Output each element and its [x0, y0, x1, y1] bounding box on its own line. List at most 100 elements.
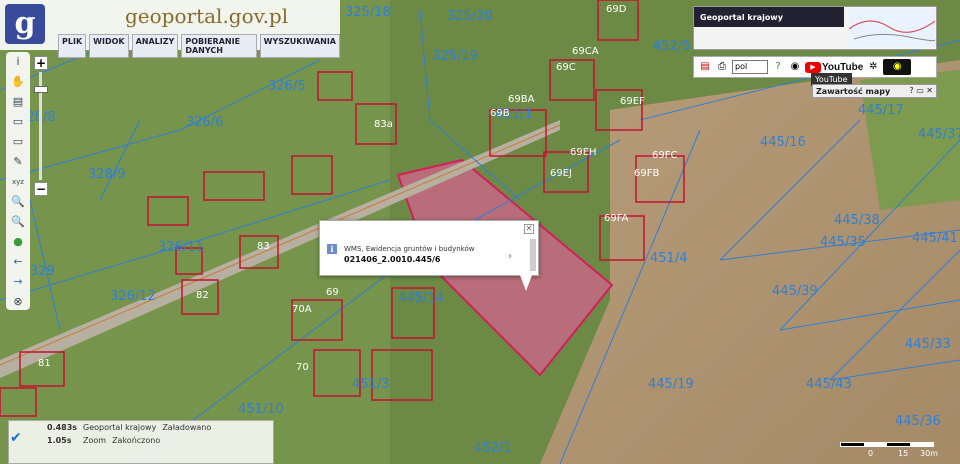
building-label: 83: [257, 241, 270, 252]
building-label: 83a: [374, 119, 393, 130]
geoportal-logo[interactable]: g: [5, 4, 45, 44]
menu-download[interactable]: POBIERANIE DANYCH: [181, 34, 257, 58]
scale-label: 15: [898, 449, 909, 458]
status-time: 0.483s: [47, 423, 78, 432]
zoom-slider[interactable]: + −: [34, 56, 48, 196]
status-state: Zakończono: [112, 436, 161, 445]
building-label: 69B: [490, 108, 510, 119]
parcel-label: 445/19: [648, 377, 694, 392]
parcel-label: 445/14: [398, 291, 444, 306]
draw-pencil-icon[interactable]: ✎: [6, 152, 30, 172]
status-state: Załadowano: [162, 423, 212, 432]
zoom-in-icon[interactable]: 🔍: [6, 192, 30, 212]
status-row: [9, 447, 273, 460]
sound-icon[interactable]: ◉: [788, 60, 802, 74]
status-row: 1.05s Zoom Zakończono: [9, 434, 273, 447]
back-arrow-icon[interactable]: ←: [6, 252, 30, 272]
check-icon: ✔: [10, 430, 22, 446]
menu-file[interactable]: PLIK: [58, 34, 87, 58]
map-toolbar: i ✋ ▤ ▭ ▭ ✎ xyz 🔍 🔍 ● ← → ⊗: [6, 52, 30, 310]
popup-expand-icon[interactable]: ›: [508, 251, 512, 262]
parcel-label: 445/35: [820, 235, 866, 250]
parcel-label: 326/12: [110, 289, 156, 304]
scale-label: 30m: [920, 449, 938, 458]
map-contents-title: Zawartość mapy: [816, 87, 891, 96]
popup-scrollbar[interactable]: [530, 239, 536, 271]
scale-bar-graphic: [840, 442, 934, 447]
building-label: 69: [326, 287, 339, 298]
contrast-eye-icon[interactable]: ◉: [883, 59, 912, 75]
youtube-link[interactable]: ▶ YouTube: [805, 61, 864, 73]
legend-icon[interactable]: ▤: [6, 92, 30, 112]
popup-parcel-id[interactable]: 021406_2.0010.445/6: [344, 255, 441, 264]
feature-info-popup: ✕ i WMS, Ewidencja gruntów i budynków 02…: [319, 220, 539, 291]
parcel-label: 451/3: [352, 377, 389, 392]
parcel-label: 445/37: [918, 127, 960, 142]
building-label: 70: [296, 362, 309, 373]
overview-map[interactable]: [849, 9, 935, 47]
youtube-label: YouTube: [822, 61, 864, 73]
building-label: 69EJ: [550, 168, 572, 179]
help-icon[interactable]: ?: [771, 60, 785, 74]
overview-title: Geoportal krajowy: [694, 7, 844, 27]
pan-hand-icon[interactable]: ✋: [6, 72, 30, 92]
building-label: 69FC: [652, 150, 677, 161]
zoom-minus-button[interactable]: −: [34, 182, 48, 196]
overview-map-panel: Geoportal krajowy: [693, 6, 937, 50]
building-label: 81: [38, 358, 51, 369]
parcel-label: 445/41: [912, 231, 958, 246]
status-time: 1.05s: [47, 436, 72, 445]
parcel-label: 325/19: [432, 49, 478, 64]
map-contents-panel[interactable]: Zawartość mapy ? ▭ ✕: [812, 84, 937, 98]
parcel-label: 326/5: [268, 79, 305, 94]
parcel-label: 445/17: [858, 103, 904, 118]
info-icon: i: [327, 244, 337, 254]
site-title: geoportal.gov.pl: [125, 4, 289, 28]
parcel-label: 326/6: [186, 115, 223, 130]
zoom-out-icon[interactable]: 🔍: [6, 212, 30, 232]
building-label: 69BA: [508, 94, 535, 105]
youtube-play-icon: ▶: [805, 61, 821, 73]
building-label: 82: [196, 290, 209, 301]
building-label: 69EH: [570, 147, 597, 158]
header: g geoportal.gov.pl PLIK WIDOK ANALIZY PO…: [0, 0, 340, 58]
scale-bar: 0 15 30m: [838, 440, 938, 460]
zoom-knob[interactable]: [34, 86, 48, 93]
menu-search[interactable]: WYSZUKIWANIA: [259, 34, 340, 58]
print-icon[interactable]: ⎙: [715, 60, 729, 74]
clear-icon[interactable]: ⊗: [6, 292, 30, 312]
parcel-label: 326/11: [158, 240, 204, 255]
scale-label: 0: [868, 449, 874, 458]
globe-icon[interactable]: ●: [6, 232, 30, 252]
popup-close-icon[interactable]: ✕: [524, 224, 534, 234]
pdf-icon[interactable]: ▤: [698, 60, 712, 74]
building-label: 69FA: [604, 213, 629, 224]
info-tool-icon[interactable]: i: [6, 52, 30, 72]
parcel-label: 451/10: [238, 402, 284, 417]
parcel-label: 329: [30, 264, 55, 279]
accessibility-icon[interactable]: ✲: [866, 60, 880, 74]
building-label: 69D: [606, 4, 627, 15]
popup-pointer: [520, 275, 532, 291]
language-select[interactable]: pol: [732, 60, 768, 74]
menu-analysis[interactable]: ANALIZY: [131, 34, 179, 58]
main-menu: PLIK WIDOK ANALIZY POBIERANIE DANYCH WYS…: [58, 34, 340, 58]
parcel-label: 445/33: [905, 337, 951, 352]
building-label: 69FB: [634, 168, 659, 179]
measure-icon[interactable]: ▭: [6, 132, 30, 152]
menu-view[interactable]: WIDOK: [89, 34, 129, 58]
parcel-label: 451/4: [650, 251, 687, 266]
select-rect-icon[interactable]: ▭: [6, 112, 30, 132]
parcel-label: 445/38: [834, 213, 880, 228]
status-row: 0.483s Geoportal krajowy Załadowano: [9, 421, 273, 434]
panel-controls[interactable]: ? ▭ ✕: [909, 86, 933, 95]
zoom-plus-button[interactable]: +: [34, 56, 48, 70]
parcel-label: 445/39: [772, 284, 818, 299]
popup-layer-name: WMS, Ewidencja gruntów i budynków: [344, 245, 475, 253]
coordinates-icon[interactable]: xyz: [6, 172, 30, 192]
status-source: Zoom: [83, 436, 107, 445]
forward-arrow-icon[interactable]: →: [6, 272, 30, 292]
parcel-label: 445/36: [895, 414, 941, 429]
building-label: 69EF: [620, 96, 645, 107]
parcel-label: 445/16: [760, 135, 806, 150]
